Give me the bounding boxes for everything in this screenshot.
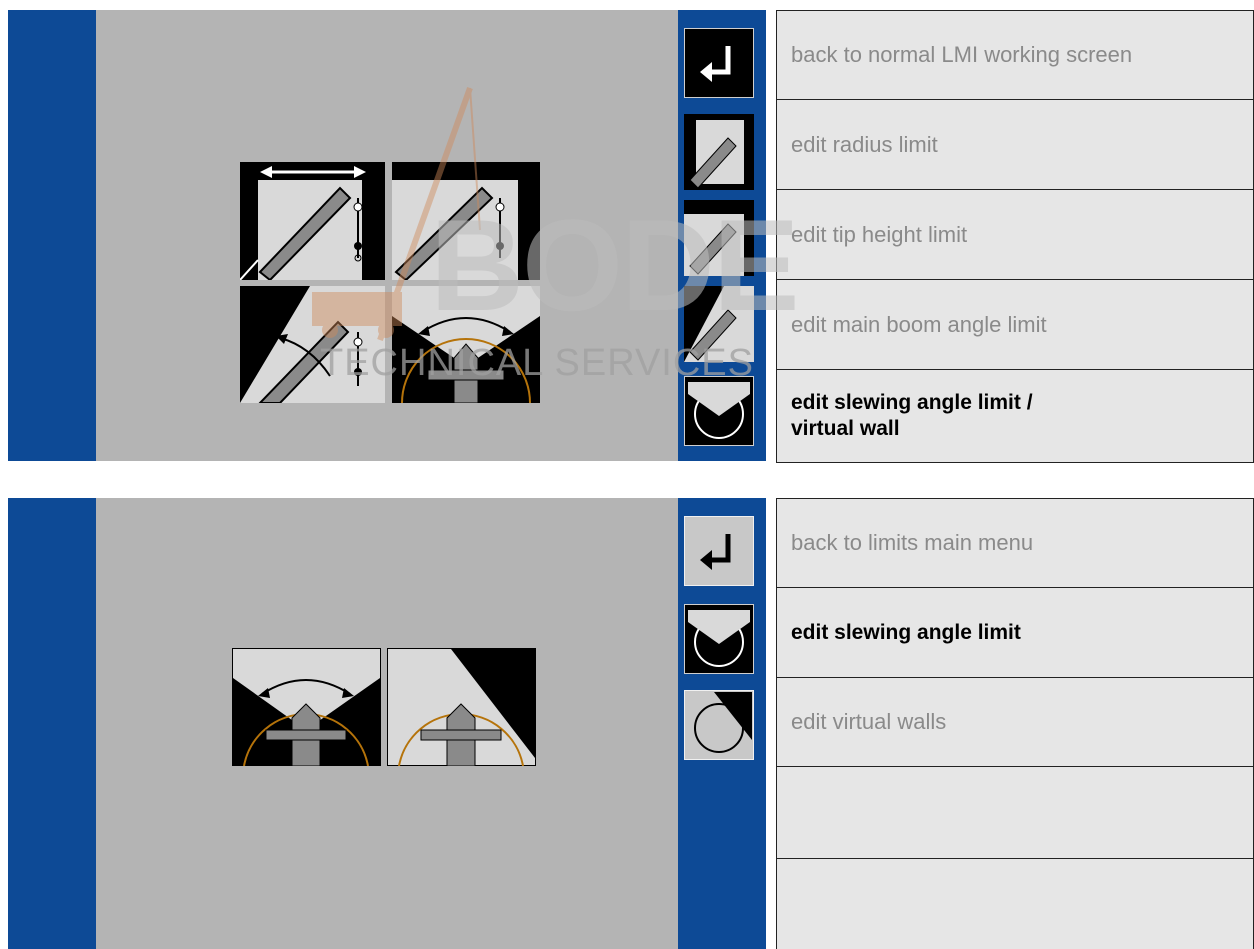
menu-row-label-line1: edit slewing angle limit / — [791, 391, 1033, 414]
menu-row-label: back to normal LMI working screen — [791, 42, 1133, 67]
tip-height-icon — [684, 200, 754, 276]
virtual-wall-icon — [684, 690, 754, 760]
virtual-wall-panel — [387, 648, 536, 771]
bottom-menu-table: back to limits main menu edit slewing an… — [776, 498, 1254, 949]
menu-row-label: edit virtual walls — [791, 709, 947, 734]
slewing-angle-button[interactable] — [684, 604, 754, 674]
virtual-wall-button[interactable] — [684, 690, 754, 760]
tip-height-panel — [392, 162, 540, 285]
boom-angle-panel — [240, 286, 385, 408]
radius-limit-icon — [684, 114, 754, 190]
tip-height-button[interactable] — [684, 200, 754, 276]
menu-row-empty — [777, 859, 1253, 949]
menu-row-back-to-lmi[interactable]: back to normal LMI working screen — [777, 11, 1253, 100]
menu-row-label: back to limits main menu — [791, 530, 1034, 555]
top-lmi-screen — [8, 10, 766, 461]
slewing-angle-button[interactable] — [684, 376, 754, 446]
boom-angle-button[interactable] — [684, 286, 754, 362]
boom-angle-icon — [684, 286, 754, 362]
menu-row-back-to-limits[interactable]: back to limits main menu — [777, 499, 1253, 588]
menu-row-virtual-walls[interactable]: edit virtual walls — [777, 678, 1253, 767]
menu-row-slewing-angle[interactable]: edit slewing angle limit — [777, 588, 1253, 678]
top-screen-display — [96, 10, 678, 461]
slewing-angle-panel-top — [392, 286, 540, 408]
menu-row-radius-limit[interactable]: edit radius limit — [777, 100, 1253, 190]
return-button[interactable] — [684, 516, 754, 586]
menu-row-slewing-angle[interactable]: edit slewing angle limit / virtual wall — [777, 370, 1253, 463]
menu-row-empty — [777, 767, 1253, 859]
bottom-lmi-screen — [8, 498, 766, 949]
menu-row-label: edit radius limit — [791, 131, 938, 157]
radius-limit-panel — [239, 162, 385, 285]
menu-row-label-line2: virtual wall — [791, 417, 900, 440]
menu-row-boom-angle[interactable]: edit main boom angle limit — [777, 280, 1253, 370]
menu-row-tip-height[interactable]: edit tip height limit — [777, 190, 1253, 280]
menu-row-label: edit tip height limit — [791, 221, 968, 247]
slewing-angle-icon — [684, 604, 754, 674]
menu-row-label: edit slewing angle limit — [791, 620, 1021, 644]
radius-limit-button[interactable] — [684, 114, 754, 190]
return-icon — [684, 28, 754, 98]
slewing-angle-panel — [232, 648, 381, 771]
return-icon — [684, 516, 754, 586]
menu-row-label: edit main boom angle limit — [791, 311, 1047, 337]
slewing-angle-icon — [684, 376, 754, 446]
return-button[interactable] — [684, 28, 754, 98]
top-menu-table: back to normal LMI working screen edit r… — [776, 10, 1254, 463]
